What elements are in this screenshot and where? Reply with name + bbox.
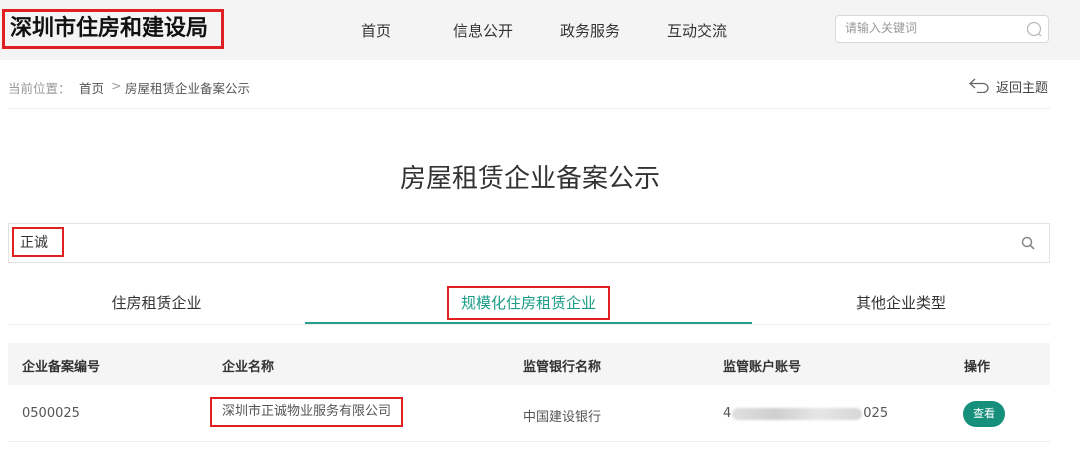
nav-gov-services[interactable]: 政务服务 [560, 20, 620, 41]
return-arrow-icon [969, 78, 989, 93]
breadcrumb-divider [8, 108, 1050, 109]
active-tab-indicator [305, 322, 752, 324]
cell-company-name: 深圳市正诚物业服务有限公司 [210, 397, 404, 427]
tab-housing-rental[interactable]: 住房租赁企业 [8, 283, 305, 323]
header-search-input[interactable] [845, 21, 1015, 35]
account-prefix: 4 [723, 406, 732, 421]
page-title: 房屋租赁企业备案公示 [399, 164, 660, 194]
breadcrumb-separator: > [111, 78, 122, 93]
enterprise-search-box [8, 223, 1050, 263]
view-button[interactable]: 查看 [963, 401, 1005, 427]
tab-label: 规模化住房租赁企业 [446, 286, 610, 320]
tabs-divider [8, 324, 1050, 325]
breadcrumb-prefix: 当前位置： [8, 81, 71, 96]
column-header-bank: 监管银行名称 [523, 360, 602, 375]
tab-other-types[interactable]: 其他企业类型 [752, 283, 1050, 323]
tab-label: 住房租赁企业 [111, 294, 202, 312]
table-header: 企业备案编号 企业名称 监管银行名称 监管账户账号 操作 [8, 343, 1050, 385]
tab-label: 其他企业类型 [855, 294, 946, 312]
cell-id: 0500025 [22, 406, 80, 421]
nav-info-disclosure[interactable]: 信息公开 [453, 20, 513, 41]
header-search-box [835, 15, 1049, 43]
breadcrumb-home[interactable]: 首页 [79, 78, 104, 97]
table-row: 0500025 深圳市正诚物业服务有限公司 中国建设银行 4 025 查看 [8, 385, 1050, 442]
column-header-account: 监管账户账号 [723, 360, 802, 375]
back-to-topic-label: 返回主题 [996, 81, 1049, 96]
top-header: 深圳市住房和建设局 首页 信息公开 政务服务 互动交流 [0, 0, 1080, 60]
search-icon[interactable] [1021, 236, 1035, 250]
enterprise-search-input[interactable] [12, 227, 64, 257]
tab-large-scale-rental[interactable]: 规模化住房租赁企业 [305, 283, 752, 323]
redacted-account-digits [732, 407, 863, 420]
column-header-name: 企业名称 [222, 360, 275, 375]
site-logo[interactable]: 深圳市住房和建设局 [2, 9, 224, 49]
nav-interaction[interactable]: 互动交流 [667, 20, 727, 41]
back-to-topic-button[interactable]: 返回主题 [968, 76, 1052, 96]
column-header-action: 操作 [964, 360, 991, 375]
search-icon[interactable] [1026, 21, 1042, 37]
nav-home[interactable]: 首页 [361, 20, 391, 41]
breadcrumb-current: 房屋租赁企业备案公示 [125, 81, 251, 96]
cell-bank-name: 中国建设银行 [523, 410, 602, 425]
account-suffix: 025 [863, 406, 889, 421]
cell-account-number: 4 025 [723, 406, 888, 421]
column-header-id: 企业备案编号 [22, 360, 101, 375]
